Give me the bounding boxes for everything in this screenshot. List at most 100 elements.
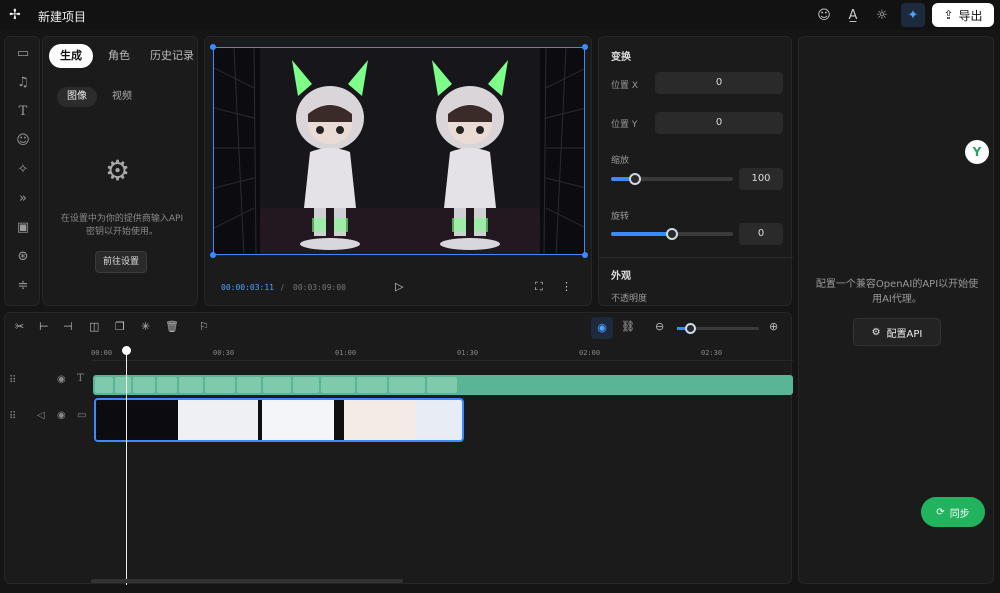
subtitle-clip[interactable] — [157, 377, 177, 393]
timeline-scrollbar[interactable] — [91, 579, 403, 583]
theme-sun-icon[interactable]: ☼ — [873, 6, 891, 24]
subtitle-clip[interactable] — [389, 377, 425, 393]
mute-icon[interactable]: ◁ — [37, 410, 45, 421]
subtitle-clip[interactable] — [133, 377, 155, 393]
tick-label: 01:30 — [457, 349, 479, 357]
left-icon-bar: ▭ ♫ T ☺ ✧ » ▣ ⊛ ≑ — [4, 36, 40, 306]
opacity-label: 不透明度 — [611, 294, 648, 304]
subtab-video[interactable]: 视频 — [105, 87, 139, 107]
sync-button[interactable]: ⟳ 同步 — [921, 497, 985, 527]
configure-api-label: 配置API — [886, 328, 923, 340]
subtitle-clip[interactable] — [237, 377, 261, 393]
subtitle-clip[interactable] — [263, 377, 291, 393]
zoom-out-icon[interactable]: ⊖ — [655, 320, 664, 333]
smile-icon[interactable]: ☺ — [815, 6, 833, 24]
audio-icon[interactable]: ♫ — [14, 74, 32, 92]
link-icon[interactable]: ⛓ — [621, 320, 635, 333]
configure-api-button[interactable]: ⚙ 配置API — [853, 318, 941, 346]
video-track-grip-icon[interactable]: ⠿ — [9, 411, 16, 422]
translate-icon[interactable]: A̲ — [844, 6, 862, 24]
scale-slider[interactable] — [611, 173, 733, 185]
filters-icon[interactable]: ⊛ — [14, 248, 32, 266]
folder-icon[interactable]: ▭ — [14, 45, 32, 63]
zoom-in-icon[interactable]: ⊕ — [769, 320, 778, 333]
subtab-image[interactable]: 图像 — [57, 87, 97, 107]
align-right-icon[interactable]: ⊣ — [63, 320, 73, 333]
video-preview[interactable] — [213, 47, 585, 255]
subtitle-clip[interactable] — [205, 377, 235, 393]
subtitle-clip[interactable] — [179, 377, 203, 393]
effects-wand-icon[interactable]: ✧ — [14, 161, 32, 179]
tab-generate[interactable]: 生成 — [49, 44, 93, 68]
playhead[interactable] — [126, 349, 127, 585]
clip-thumbnail — [262, 400, 334, 440]
clip-thumbnail — [344, 400, 416, 440]
export-button[interactable]: ⇪ 导出 — [932, 3, 994, 27]
captions-icon[interactable]: ▣ — [14, 219, 32, 237]
export-icon: ⇪ — [943, 8, 954, 22]
eye-icon[interactable]: ◉ — [57, 374, 66, 385]
sticker-icon[interactable]: ☺ — [14, 132, 32, 150]
rotate-slider[interactable] — [611, 228, 733, 240]
pos-x-input[interactable]: 0 — [655, 72, 783, 94]
rotate-input[interactable]: 0 — [739, 223, 783, 245]
adjust-icon[interactable]: ≑ — [14, 277, 32, 295]
video-track-icon: ▭ — [77, 410, 87, 421]
subtitle-clip[interactable] — [95, 377, 113, 393]
align-left-icon[interactable]: ⊢ — [39, 320, 49, 333]
clip-thumbnail — [416, 400, 462, 440]
subtitle-clip[interactable] — [321, 377, 355, 393]
fullscreen-icon[interactable]: ⛶ — [535, 280, 543, 294]
go-to-settings-button[interactable]: 前往设置 — [95, 251, 147, 273]
video-clip[interactable] — [94, 398, 464, 442]
app-logo-icon: ✢ — [9, 7, 21, 23]
playhead-handle[interactable] — [122, 346, 131, 355]
properties-panel: 变换 位置 X 0 位置 Y 0 缩放 100 旋转 0 外观 不透明度 — [598, 36, 793, 306]
zoom-slider[interactable] — [677, 323, 759, 334]
rotate-slider-knob[interactable] — [666, 228, 678, 240]
subtitle-clip[interactable] — [115, 377, 131, 393]
scale-slider-knob[interactable] — [629, 173, 641, 185]
project-title[interactable]: 新建项目 — [38, 8, 86, 25]
time-ruler[interactable]: 00:00 00:30 01:00 01:30 02:00 02:30 — [91, 345, 793, 361]
subtitle-track[interactable] — [93, 375, 793, 395]
eye-icon[interactable]: ◉ — [57, 410, 66, 421]
subtitle-clip[interactable] — [293, 377, 319, 393]
subtitle-clip[interactable] — [687, 377, 791, 393]
tab-history[interactable]: 历史记录 — [145, 44, 199, 68]
subtitle-clip[interactable] — [427, 377, 457, 393]
split-clip-icon[interactable]: ◫ — [89, 320, 99, 333]
subtitle-clip[interactable] — [357, 377, 387, 393]
top-bar: ✢ 新建项目 ☺ A̲ ☼ ✦ ⇪ 导出 — [0, 0, 1000, 30]
play-button-icon[interactable]: ▷ — [395, 280, 403, 293]
ai-agent-toggle-icon[interactable]: ✦ — [901, 3, 925, 27]
more-options-icon[interactable]: ⋮ — [561, 280, 572, 293]
duplicate-icon[interactable]: ❐ — [115, 320, 125, 333]
tick-label: 01:00 — [335, 349, 357, 357]
resize-handle-tr[interactable] — [582, 44, 588, 50]
bookmark-icon[interactable]: ⚐ — [199, 320, 209, 333]
ai-agent-panel: Y 配置一个兼容OpenAI的API以开始使用AI代理。 ⚙ 配置API ⟳ 同… — [798, 36, 994, 584]
tick-label: 02:00 — [579, 349, 601, 357]
text-track-icon: T — [77, 373, 84, 384]
split-icon[interactable]: ✂ — [15, 320, 24, 333]
zoom-slider-knob[interactable] — [685, 323, 696, 334]
resize-handle-br[interactable] — [582, 252, 588, 258]
freeze-icon[interactable]: ✳ — [141, 320, 150, 333]
pos-y-input[interactable]: 0 — [655, 112, 783, 134]
delete-icon[interactable]: 🗑 — [165, 320, 179, 333]
text-icon[interactable]: T — [14, 103, 32, 121]
subtitle-clip[interactable] — [459, 377, 519, 393]
resize-handle-tl[interactable] — [210, 44, 216, 50]
time-separator: / — [281, 283, 284, 292]
subtitle-track-grip-icon[interactable]: ⠿ — [9, 375, 16, 386]
sync-label: 同步 — [949, 508, 970, 520]
rotate-label: 旋转 — [611, 212, 630, 222]
ai-avatar[interactable]: Y — [965, 140, 989, 164]
tab-characters[interactable]: 角色 — [99, 44, 139, 68]
magnet-snap-icon[interactable]: ◉ — [591, 317, 613, 339]
subtitle-clip[interactable] — [521, 377, 685, 393]
transition-icon[interactable]: » — [14, 190, 32, 208]
scale-input[interactable]: 100 — [739, 168, 783, 190]
resize-handle-bl[interactable] — [210, 252, 216, 258]
